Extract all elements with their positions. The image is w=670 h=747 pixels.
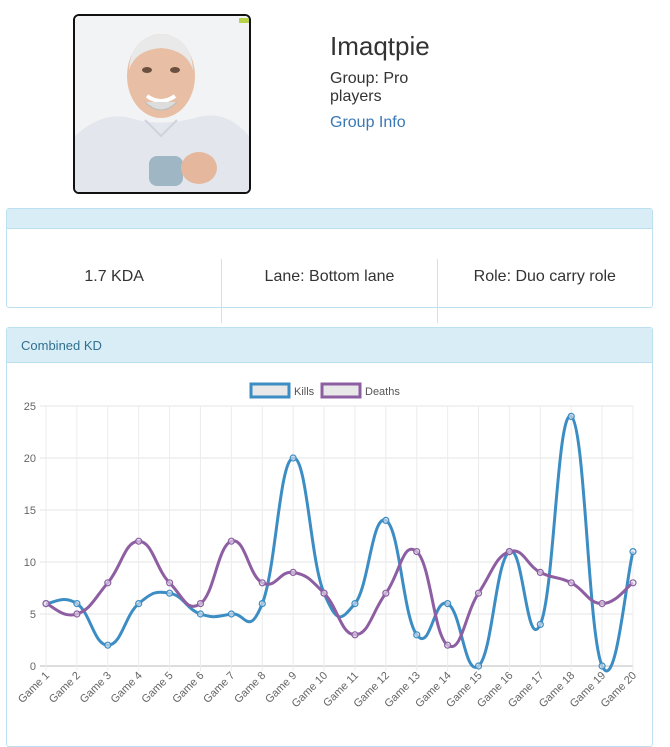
data-point-deaths: [474, 589, 483, 597]
data-point-kills: [351, 599, 359, 608]
data-point-kills: [567, 412, 575, 420]
data-point-deaths: [351, 631, 359, 639]
data-point-kills: [536, 620, 544, 629]
data-point-kills: [629, 547, 637, 556]
data-point-kills: [73, 599, 81, 608]
data-point-kills: [227, 610, 235, 618]
legend-swatch-deaths: [320, 382, 362, 399]
data-point-kills: [598, 662, 606, 670]
data-point-deaths: [289, 568, 297, 577]
data-point-deaths: [413, 547, 421, 556]
x-tick-label: Game 6: [170, 670, 206, 706]
data-point-kills: [444, 599, 452, 608]
y-tick-label: 25: [24, 401, 36, 413]
data-point-kills: [165, 589, 174, 597]
data-point-kills: [258, 599, 266, 608]
x-tick-label: Game 8: [232, 670, 268, 706]
data-point-deaths: [227, 537, 235, 545]
data-point-deaths: [196, 599, 205, 608]
data-point-deaths: [135, 537, 143, 545]
data-point-deaths: [320, 589, 328, 597]
data-point-deaths: [258, 579, 266, 587]
y-tick-label: 20: [24, 453, 36, 465]
data-point-kills: [413, 631, 421, 639]
data-point-deaths: [382, 589, 390, 597]
data-point-deaths: [505, 547, 514, 556]
x-tick-label: Game 4: [109, 670, 145, 706]
data-point-kills: [289, 454, 297, 462]
y-tick-label: 0: [30, 661, 36, 673]
kd-line-chart: 0 5 10 15 20 25 Game 1Game 2Game 3Game 4Game 5…: [16, 382, 639, 710]
data-point-kills: [474, 662, 483, 670]
data-point-kills: [135, 599, 143, 608]
legend-label-deaths: Deaths: [365, 386, 400, 398]
data-point-kills: [196, 610, 205, 618]
legend-swatch-kills: [249, 382, 291, 399]
data-point-deaths: [536, 568, 544, 577]
x-tick-label: Game 5: [140, 670, 176, 706]
x-tick-label: Game 1: [16, 670, 52, 706]
x-tick-label: Game 2: [47, 670, 83, 706]
x-tick-label: Game 3: [78, 670, 114, 706]
data-point-deaths: [73, 610, 81, 618]
y-tick-label: 5: [30, 609, 36, 621]
data-point-kills: [104, 641, 112, 649]
data-point-deaths: [629, 579, 637, 587]
series-line-deaths: [45, 539, 634, 649]
data-point-deaths: [165, 579, 174, 587]
data-point-deaths: [42, 599, 50, 608]
data-point-deaths: [104, 579, 112, 587]
data-point-deaths: [444, 641, 452, 649]
y-tick-label: 15: [24, 505, 36, 517]
legend-label-kills: Kills: [294, 386, 315, 398]
data-point-deaths: [598, 599, 606, 608]
data-point-deaths: [567, 579, 575, 587]
y-tick-label: 10: [24, 557, 36, 569]
x-tick-label: Game 7: [201, 670, 237, 706]
data-point-kills: [382, 516, 390, 525]
